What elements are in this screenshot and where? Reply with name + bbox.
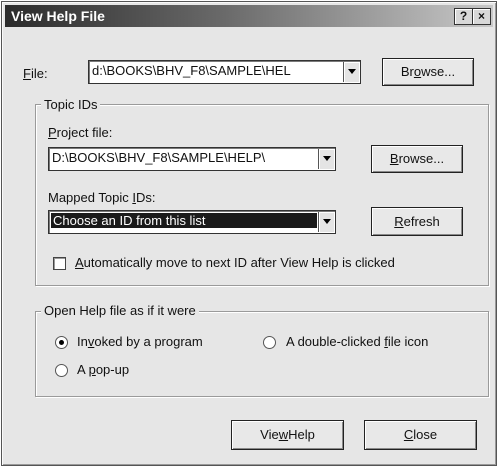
invoked-by-program-radio[interactable] <box>55 336 68 349</box>
file-value: d:\BOOKS\BHV_F8\SAMPLE\HEL <box>92 63 291 78</box>
project-file-label: Project file: <box>48 125 113 140</box>
refresh-button[interactable]: Refresh <box>371 207 463 236</box>
view-help-file-dialog: View Help File ? × File: d:\BOOKS\BHV_F8… <box>1 1 497 466</box>
open-as-group <box>35 311 489 397</box>
pop-up-label[interactable]: A pop-up <box>77 362 129 377</box>
help-button[interactable]: ? <box>454 8 473 25</box>
file-browse-button[interactable]: Browse... <box>382 58 474 86</box>
pop-up-radio[interactable] <box>55 364 68 377</box>
double-clicked-file-icon-radio[interactable] <box>263 336 276 349</box>
mapped-topic-ids-value: Choose an ID from this list <box>51 213 317 228</box>
mapped-topic-ids-label: Mapped Topic IDs: <box>48 190 156 205</box>
close-icon: × <box>477 9 485 23</box>
project-browse-button[interactable]: Browse... <box>371 145 463 173</box>
double-clicked-file-icon-label[interactable]: A double-clicked file icon <box>286 334 428 349</box>
invoked-by-program-label[interactable]: Invoked by a program <box>77 334 203 349</box>
project-file-value: D:\BOOKS\BHV_F8\SAMPLE\HELP\ <box>52 150 266 165</box>
dialog-title: View Help File <box>11 8 105 24</box>
mapped-topic-ids-combobox[interactable]: Choose an ID from this list <box>48 210 336 234</box>
chevron-down-icon[interactable] <box>343 62 359 82</box>
close-button[interactable]: Close <box>364 420 477 450</box>
close-window-button[interactable]: × <box>472 8 491 25</box>
open-as-title: Open Help file as if it were <box>41 303 199 318</box>
file-combobox[interactable]: d:\BOOKS\BHV_F8\SAMPLE\HEL <box>88 60 361 84</box>
project-file-combobox[interactable]: D:\BOOKS\BHV_F8\SAMPLE\HELP\ <box>48 147 336 171</box>
auto-move-checkbox[interactable] <box>53 257 66 270</box>
title-bar[interactable]: View Help File ? × <box>5 5 493 27</box>
chevron-down-icon[interactable] <box>318 212 334 232</box>
question-icon: ? <box>459 9 468 23</box>
view-help-button[interactable]: View Help <box>231 420 344 450</box>
auto-move-label[interactable]: Automatically move to next ID after View… <box>75 255 395 270</box>
file-label: File: <box>23 66 48 81</box>
topic-ids-title: Topic IDs <box>41 97 101 112</box>
chevron-down-icon[interactable] <box>318 149 334 169</box>
